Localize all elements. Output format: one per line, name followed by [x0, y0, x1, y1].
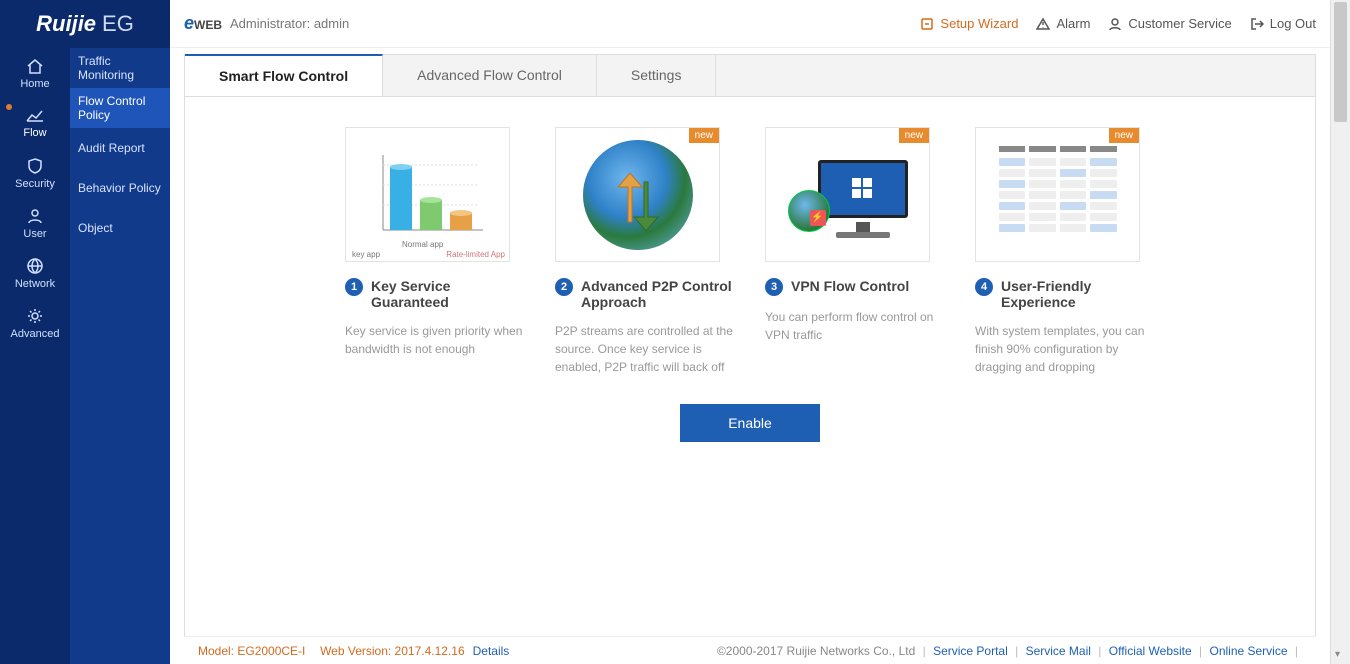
tab-smart-flow-control[interactable]: Smart Flow Control	[185, 54, 383, 96]
brand-logo: Ruijie EG	[0, 0, 170, 48]
logout-icon	[1250, 17, 1264, 31]
card-desc-1: Key service is given priority when bandw…	[345, 322, 525, 358]
sidebar-icon-flow[interactable]: Flow	[0, 98, 70, 148]
chart-label-rate: Rate-limited App	[446, 250, 505, 259]
bullet-2: 2	[555, 278, 573, 296]
subnav: Traffic Monitoring Flow Control Policy A…	[70, 48, 170, 664]
subnav-audit-report[interactable]: Audit Report	[70, 128, 170, 168]
footer-link-service-portal[interactable]: Service Portal	[933, 644, 1008, 658]
card-title-3: VPN Flow Control	[791, 278, 909, 294]
chart-label-key: key app	[352, 250, 380, 259]
topbar: eWEB Administrator: admin Setup Wizard A…	[170, 0, 1330, 48]
eweb-logo: eWEB	[184, 13, 222, 34]
customer-service-link[interactable]: Customer Service	[1108, 16, 1231, 31]
footer-link-official-website[interactable]: Official Website	[1109, 644, 1192, 658]
card-illustration-globe: new	[555, 127, 720, 262]
windows-icon	[850, 176, 876, 202]
sidebar: Ruijie EG Home Flow Security	[0, 0, 170, 664]
footer: Model: EG2000CE-I Web Version: 2017.4.12…	[184, 636, 1316, 664]
card-title-2: Advanced P2P Control Approach	[581, 278, 735, 310]
card-desc-2: P2P streams are controlled at the source…	[555, 322, 735, 376]
gear-icon	[26, 307, 44, 325]
tab-container: Smart Flow Control Advanced Flow Control…	[184, 54, 1316, 97]
footer-model: Model: EG2000CE-I	[198, 644, 305, 658]
card-p2p-control: new 2 Advanced P2P Control Approach P2P …	[555, 127, 735, 376]
footer-copyright: ©2000-2017 Ruijie Networks Co., Ltd	[717, 644, 915, 658]
bullet-1: 1	[345, 278, 363, 296]
window-scrollbar[interactable]: ▾	[1330, 0, 1350, 664]
content-area: key app Normal app Rate-limited App 1 Ke…	[184, 97, 1316, 636]
headset-icon	[1108, 17, 1122, 31]
subnav-flow-control-policy[interactable]: Flow Control Policy	[70, 88, 170, 128]
card-illustration-template: new	[975, 127, 1140, 262]
footer-link-online-service[interactable]: Online Service	[1209, 644, 1287, 658]
card-vpn-flow: new ⚡ 3 VPN Flow Contr	[765, 127, 945, 376]
subnav-behavior-policy[interactable]: Behavior Policy	[70, 168, 170, 208]
sidebar-icon-security[interactable]: Security	[0, 148, 70, 198]
badge-new: new	[689, 128, 719, 143]
bolt-icon: ⚡	[810, 210, 826, 226]
sidebar-icon-network[interactable]: Network	[0, 248, 70, 298]
arrows-icon	[608, 167, 668, 237]
badge-new: new	[1109, 128, 1139, 143]
wizard-icon	[920, 17, 934, 31]
tab-advanced-flow-control[interactable]: Advanced Flow Control	[383, 55, 597, 96]
card-title-1: Key Service Guaranteed	[371, 278, 525, 310]
setup-wizard-link[interactable]: Setup Wizard	[920, 16, 1018, 31]
subnav-traffic-monitoring[interactable]: Traffic Monitoring	[70, 48, 170, 88]
icon-rail: Home Flow Security User Network	[0, 48, 70, 664]
card-illustration-monitor: new ⚡	[765, 127, 930, 262]
sidebar-icon-advanced[interactable]: Advanced	[0, 298, 70, 348]
shield-icon	[26, 157, 44, 175]
card-desc-3: You can perform flow control on VPN traf…	[765, 308, 945, 344]
network-icon	[26, 257, 44, 275]
log-out-link[interactable]: Log Out	[1250, 16, 1316, 31]
footer-link-service-mail[interactable]: Service Mail	[1026, 644, 1091, 658]
tab-settings[interactable]: Settings	[597, 55, 717, 96]
bullet-3: 3	[765, 278, 783, 296]
bullet-4: 4	[975, 278, 993, 296]
card-illustration-chart: key app Normal app Rate-limited App	[345, 127, 510, 262]
flow-icon	[25, 108, 45, 124]
alarm-link[interactable]: Alarm	[1036, 16, 1090, 31]
card-key-service: key app Normal app Rate-limited App 1 Ke…	[345, 127, 525, 376]
footer-version: Web Version: 2017.4.12.16	[320, 644, 465, 658]
scrollbar-arrow-down-icon[interactable]: ▾	[1335, 649, 1340, 660]
sidebar-icon-home[interactable]: Home	[0, 48, 70, 98]
admin-label: Administrator: admin	[230, 16, 349, 31]
alarm-icon	[1036, 17, 1050, 31]
home-icon	[25, 57, 45, 75]
scrollbar-thumb[interactable]	[1334, 2, 1347, 122]
card-title-4: User-Friendly Experience	[1001, 278, 1155, 310]
chart-label-normal: Normal app	[402, 240, 443, 249]
enable-button[interactable]: Enable	[680, 404, 820, 442]
card-user-friendly: new 4 User-Friendly Experience With syst…	[975, 127, 1155, 376]
card-desc-4: With system templates, you can finish 90…	[975, 322, 1155, 376]
sidebar-icon-user[interactable]: User	[0, 198, 70, 248]
subnav-object[interactable]: Object	[70, 208, 170, 248]
badge-new: new	[899, 128, 929, 143]
footer-details-link[interactable]: Details	[473, 644, 510, 658]
user-icon	[26, 207, 44, 225]
